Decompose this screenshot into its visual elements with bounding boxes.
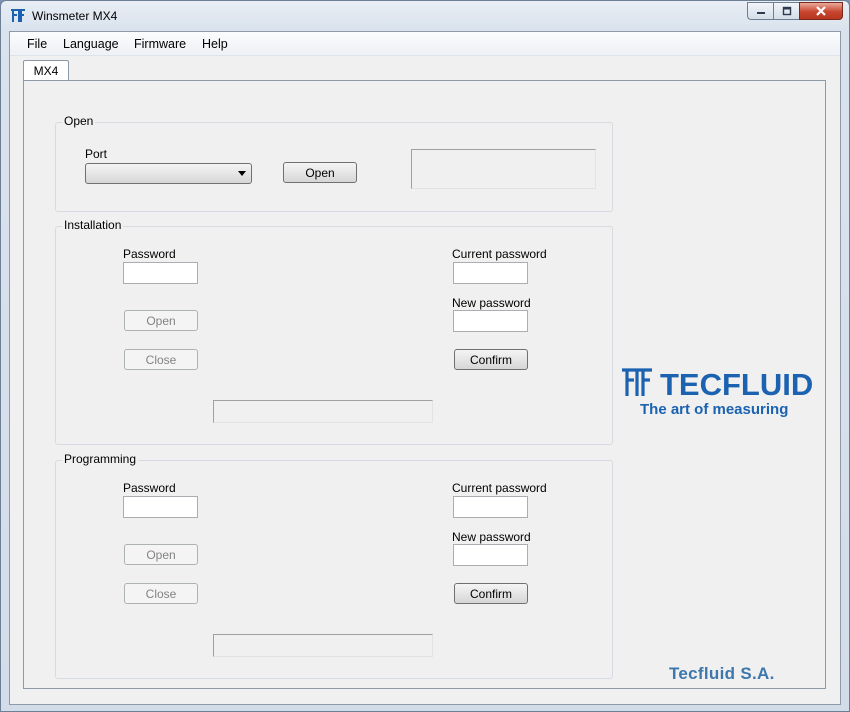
open-status-box [411,149,596,189]
open-group-title: Open [62,114,96,128]
close-icon [816,6,826,16]
installation-password-label: Password [123,247,176,261]
tecfluid-app-icon [11,9,25,22]
menu-language[interactable]: Language [63,37,119,51]
logo-tagline: The art of measuring [640,401,789,418]
maximize-icon [782,6,791,16]
programming-new-password-input[interactable] [453,544,528,566]
tecfluid-logo: TECFLUID [622,367,813,400]
programming-status-box [213,634,433,657]
title-bar[interactable]: Winsmeter MX4 [1,1,849,31]
menu-firmware[interactable]: Firmware [134,37,186,51]
programming-password-label: Password [123,481,176,495]
installation-group-title: Installation [62,218,124,232]
window-controls [747,2,843,20]
client-area: File Language Firmware Help MX4 Open Por… [9,31,841,705]
close-button[interactable] [799,2,843,20]
installation-password-input[interactable] [123,262,198,284]
port-label: Port [85,147,108,161]
programming-new-password-label: New password [452,530,531,544]
programming-open-button[interactable]: Open [124,544,198,565]
window-title: Winsmeter MX4 [32,9,118,23]
minimize-icon [756,12,765,14]
programming-group: Programming Password Open Close Current … [55,452,613,679]
menu-bar: File Language Firmware Help [10,32,840,56]
programming-password-input[interactable] [123,496,198,518]
app-window: Winsmeter MX4 File Language Firmware Hel… [0,0,850,712]
installation-current-password-input[interactable] [453,262,528,284]
installation-confirm-button[interactable]: Confirm [454,349,528,370]
logo-wordmark: TECFLUID [660,367,813,400]
installation-group: Installation Password Open Close Current… [55,218,613,445]
programming-confirm-button[interactable]: Confirm [454,583,528,604]
port-select[interactable] [85,163,252,184]
company-name: Tecfluid S.A. [669,664,775,683]
chevron-down-icon [238,171,246,176]
programming-group-title: Programming [62,452,139,466]
minimize-button[interactable] [747,2,773,20]
installation-new-password-input[interactable] [453,310,528,332]
programming-current-password-input[interactable] [453,496,528,518]
open-port-button[interactable]: Open [283,162,357,183]
open-group: Open Port Open [55,114,613,212]
programming-current-password-label: Current password [452,481,547,495]
installation-new-password-label: New password [452,296,531,310]
installation-current-password-label: Current password [452,247,547,261]
tab-panel-mx4: Open Port Open Installation Password Ope [23,80,826,689]
menu-file[interactable]: File [27,37,47,51]
maximize-button[interactable] [773,2,799,20]
tab-mx4[interactable]: MX4 [23,60,69,81]
menu-help[interactable]: Help [202,37,228,51]
installation-close-button[interactable]: Close [124,349,198,370]
installation-open-button[interactable]: Open [124,310,198,331]
programming-close-button[interactable]: Close [124,583,198,604]
installation-status-box [213,400,433,423]
